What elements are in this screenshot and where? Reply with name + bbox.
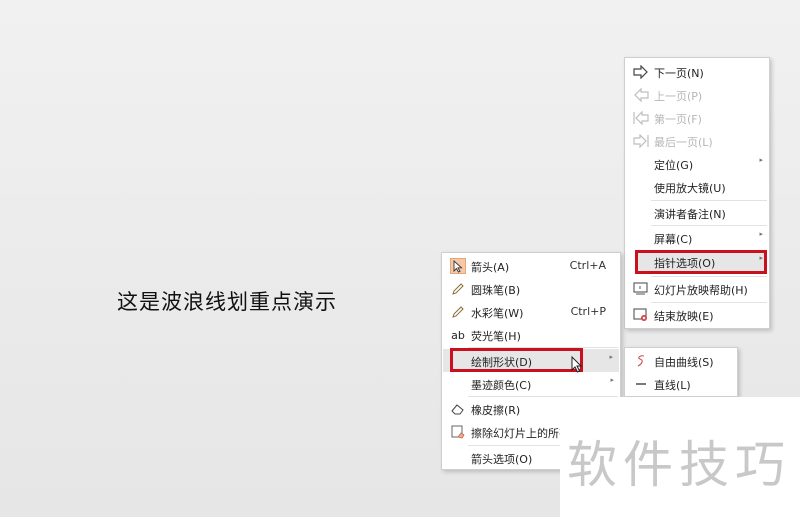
menu-item-magnifier[interactable]: 使用放大镜(U) [625, 175, 769, 198]
menu-item-label: 幻灯片放映帮助(H) [654, 284, 748, 297]
arrow-right-icon [633, 64, 649, 80]
menu-item-ink-color[interactable]: 墨迹颜色(C) ▸ [442, 372, 620, 395]
menu-item-label: 荧光笔(H) [471, 330, 521, 343]
menu-item-label: 结束放映(E) [654, 310, 714, 323]
submenu-arrow-icon: ▸ [610, 376, 614, 384]
first-page-icon [633, 110, 649, 126]
menu-item-straight-line[interactable]: 直线(L) [625, 372, 737, 395]
mouse-cursor-icon [571, 355, 583, 378]
eraser-icon [450, 401, 466, 417]
menu-item-label: 使用放大镜(U) [654, 182, 726, 195]
menu-item-presenter-notes[interactable]: 演讲者备注(N) [625, 201, 769, 224]
watermark-text: 软件技巧 [567, 436, 791, 494]
menu-item-label: 圆珠笔(B) [471, 284, 521, 297]
menu-item-label: 橡皮擦(R) [471, 404, 521, 417]
slideshow-context-menu: 下一页(N) 上一页(P) 第一页(F) 最后一页(L) 定位(G) ▸ 使用放… [624, 57, 770, 329]
menu-item-label: 定位(G) [654, 159, 694, 172]
menu-item-label: 自由曲线(S) [654, 356, 714, 369]
menu-item-label: 下一页(N) [654, 67, 704, 80]
highlight-frame-draw-shape [450, 348, 583, 372]
pen-icon [450, 281, 466, 297]
menu-item-ballpoint-pen[interactable]: 圆珠笔(B) [442, 277, 620, 300]
menu-item-highlighter[interactable]: ab 荧光笔(H) [442, 323, 620, 346]
menu-item-label: 箭头选项(O) [471, 453, 533, 466]
erase-all-icon [450, 424, 466, 440]
menu-item-shortcut: Ctrl+A [569, 259, 606, 272]
menu-item-label: 擦除幻灯片上的所有 [471, 427, 570, 440]
slideshow-help-icon [633, 281, 649, 297]
menu-item-next-page[interactable]: 下一页(N) [625, 60, 769, 83]
menu-item-last-page[interactable]: 最后一页(L) [625, 129, 769, 152]
arrow-left-icon [633, 87, 649, 103]
submenu-arrow-icon: ▸ [759, 230, 763, 238]
highlighter-icon: ab [451, 328, 465, 342]
menu-item-label: 上一页(P) [654, 90, 703, 103]
menu-item-label: 墨迹颜色(C) [471, 379, 532, 392]
marker-icon [450, 304, 466, 320]
submenu-arrow-icon: ▸ [609, 353, 613, 361]
end-show-icon [633, 307, 649, 323]
menu-item-arrow[interactable]: 箭头(A) Ctrl+A [442, 254, 620, 277]
submenu-arrow-icon: ▸ [759, 156, 763, 164]
menu-item-label: 演讲者备注(N) [654, 208, 726, 221]
menu-item-label: 第一页(F) [654, 113, 702, 126]
menu-item-label: 水彩笔(W) [471, 307, 524, 320]
menu-item-label: 直线(L) [654, 379, 691, 392]
cursor-arrow-icon [450, 258, 466, 274]
menu-item-felt-pen[interactable]: 水彩笔(W) Ctrl+P [442, 300, 620, 323]
menu-item-label: 最后一页(L) [654, 136, 713, 149]
menu-item-end-show[interactable]: 结束放映(E) [625, 303, 769, 326]
menu-item-previous-page[interactable]: 上一页(P) [625, 83, 769, 106]
menu-item-label: 箭头(A) [471, 261, 510, 274]
menu-item-first-page[interactable]: 第一页(F) [625, 106, 769, 129]
line-icon [633, 376, 649, 392]
menu-item-shortcut: Ctrl+P [570, 305, 606, 318]
menu-item-freeform-curve[interactable]: 自由曲线(S) [625, 349, 737, 372]
draw-shape-submenu: 自由曲线(S) 直线(L) [624, 347, 738, 397]
freeform-curve-icon [633, 353, 649, 369]
slide-body-text: 这是波浪线划重点演示 [117, 290, 337, 314]
menu-item-screen[interactable]: 屏幕(C) ▸ [625, 226, 769, 249]
menu-item-label: 屏幕(C) [654, 233, 693, 246]
highlight-frame-pointer-options [635, 250, 767, 274]
menu-item-goto[interactable]: 定位(G) ▸ [625, 152, 769, 175]
last-page-icon [633, 133, 649, 149]
menu-item-slideshow-help[interactable]: 幻灯片放映帮助(H) [625, 277, 769, 300]
